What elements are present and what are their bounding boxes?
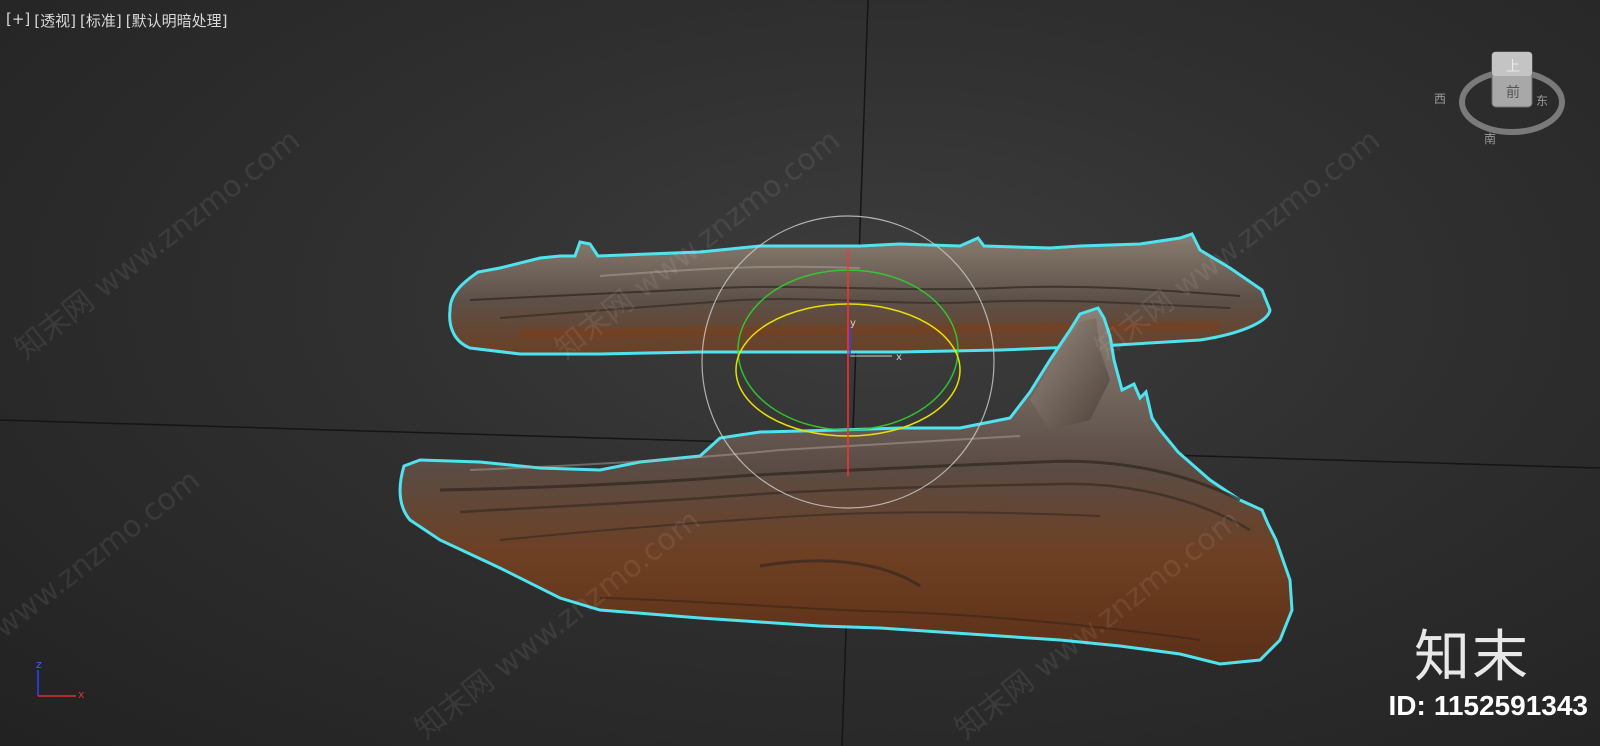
viewcube-south-label[interactable]: 南	[1484, 130, 1496, 147]
scene-canvas[interactable]: x y	[0, 0, 1600, 746]
gizmo-y-label: y	[850, 318, 856, 329]
viewcube-west-label[interactable]: 西	[1434, 90, 1446, 107]
driftwood-top-object[interactable]	[448, 232, 1272, 356]
gizmo-x-label: x	[896, 352, 902, 363]
driftwood-bottom-object[interactable]	[398, 306, 1294, 666]
axis-tripod-icon: z x	[26, 658, 96, 706]
viewcube-top-face[interactable]: 上	[1506, 56, 1520, 76]
brand-id: ID: 1152591343	[1388, 690, 1588, 722]
grid-line-vertical	[841, 0, 869, 746]
brand-logo: 知末	[1414, 625, 1530, 690]
axis-z-label: z	[36, 658, 42, 671]
viewcube-widget[interactable]: 上 前 西 东 南	[1434, 40, 1580, 160]
brand-id-value: 1152591343	[1433, 690, 1588, 721]
brand-id-label: ID:	[1388, 690, 1426, 721]
viewcube-east-label[interactable]: 东	[1536, 92, 1548, 109]
viewport-perspective[interactable]: [+] [透视] [标准] [默认明暗处理] x y 知末网 www.znzmo…	[0, 0, 1600, 746]
viewcube-front-face[interactable]: 前	[1506, 82, 1520, 102]
axis-x-label: x	[78, 688, 85, 701]
